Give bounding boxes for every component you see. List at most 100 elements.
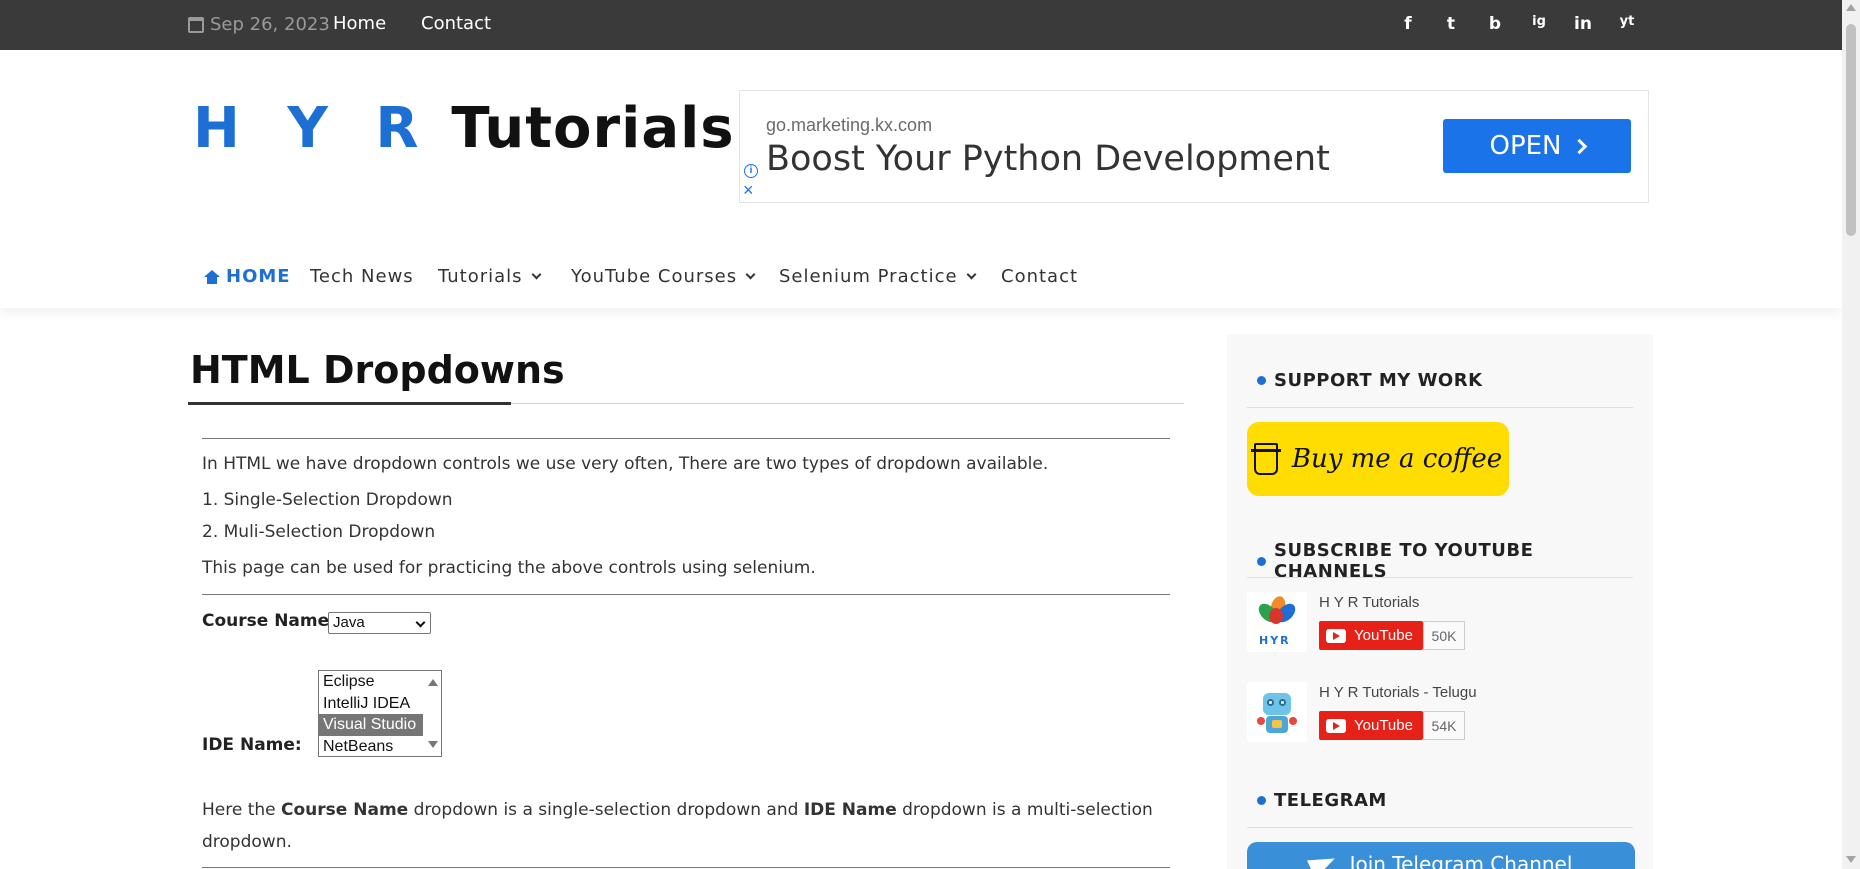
nav-home-label: HOME xyxy=(226,266,291,287)
nav-item-youtube-courses[interactable]: YouTube Courses xyxy=(571,266,756,287)
channel-avatar[interactable]: HYR xyxy=(1247,592,1307,652)
scroll-down-arrow-icon[interactable] xyxy=(428,741,438,748)
nav-selenium-practice-label: Selenium Practice xyxy=(779,266,958,287)
nav-tutorials-label: Tutorials xyxy=(438,266,523,287)
ide-option-netbeans[interactable]: NetBeans xyxy=(319,736,441,757)
ide-option-visual-studio[interactable]: Visual Studio xyxy=(319,714,423,736)
hyr-logo-icon: HYR xyxy=(1249,594,1305,650)
bullet-dot-icon xyxy=(1257,556,1266,566)
ad-close-icon[interactable]: × xyxy=(743,181,754,199)
divider xyxy=(202,438,1170,439)
explain-ide-name: IDE Name xyxy=(803,800,897,820)
twitter-icon[interactable]: t xyxy=(1439,14,1463,34)
subscriber-count: 50K xyxy=(1423,621,1465,650)
listbox-scrollbar[interactable] xyxy=(425,671,441,756)
bullet-dot-icon xyxy=(1257,376,1266,385)
instagram-icon[interactable]: ig xyxy=(1527,14,1551,29)
scroll-down-arrow-icon[interactable] xyxy=(1846,856,1856,863)
youtube-subscribe-button[interactable]: YouTube xyxy=(1319,711,1423,740)
page-scrollbar[interactable] xyxy=(1842,0,1860,869)
nav-item-tech-news[interactable]: Tech News xyxy=(310,266,414,287)
scroll-up-arrow-icon[interactable] xyxy=(428,679,438,686)
nav-item-selenium-practice[interactable]: Selenium Practice xyxy=(779,266,976,287)
facebook-icon[interactable]: f xyxy=(1396,14,1420,34)
scroll-up-arrow-icon[interactable] xyxy=(1846,4,1856,11)
chevron-down-icon xyxy=(415,617,426,628)
nav-item-contact[interactable]: Contact xyxy=(1001,266,1078,287)
nav-item-tutorials[interactable]: Tutorials xyxy=(438,266,542,287)
explain-part: dropdown is a single-selection dropdown … xyxy=(408,800,804,820)
blogger-icon[interactable]: b xyxy=(1483,14,1507,34)
channel-name[interactable]: H Y R Tutorials xyxy=(1319,594,1419,611)
subscribe-title-text: SUBSCRIBE TO YOUTUBE CHANNELS xyxy=(1274,540,1534,582)
ad-headline[interactable]: Boost Your Python Development xyxy=(766,139,1330,179)
title-underline xyxy=(188,402,511,405)
date-text: Sep 26, 2023 xyxy=(210,14,330,35)
subscribe-widget-title: SUBSCRIBE TO YOUTUBE CHANNELS xyxy=(1257,540,1653,582)
bmc-label: Buy me a coffee xyxy=(1291,444,1503,474)
buy-me-a-coffee-button[interactable]: Buy me a coffee xyxy=(1247,422,1509,496)
top-link-home[interactable]: Home xyxy=(333,13,386,34)
youtube-icon[interactable]: yt xyxy=(1615,14,1639,29)
youtube-button-label: YouTube xyxy=(1354,717,1413,734)
robot-mascot-icon xyxy=(1257,689,1297,735)
chevron-down-icon xyxy=(745,269,756,280)
youtube-subscribe-button[interactable]: YouTube xyxy=(1319,621,1423,650)
scrollbar-thumb[interactable] xyxy=(1846,24,1856,236)
course-name-label: Course Name: xyxy=(202,611,336,631)
practice-text: This page can be used for practicing the… xyxy=(202,558,816,578)
calendar-icon xyxy=(188,16,204,33)
ide-name-multiselect[interactable]: Eclipse IntelliJ IDEA Visual Studio NetB… xyxy=(318,670,442,757)
nav-tech-news-label: Tech News xyxy=(310,266,414,287)
nav-contact-label: Contact xyxy=(1001,266,1079,287)
channel-name[interactable]: H Y R Tutorials - Telugu xyxy=(1319,684,1477,701)
telegram-title-text: TELEGRAM xyxy=(1274,790,1387,811)
ide-option-eclipse[interactable]: Eclipse xyxy=(319,671,441,693)
ad-open-button[interactable]: OPEN xyxy=(1443,119,1631,173)
support-title-text: SUPPORT MY WORK xyxy=(1274,370,1483,391)
top-link-contact[interactable]: Contact xyxy=(421,13,491,34)
widget-divider xyxy=(1247,577,1633,578)
channel-avatar[interactable] xyxy=(1247,682,1307,742)
sidebar: SUPPORT MY WORK Buy me a coffee SUBSCRIB… xyxy=(1227,334,1653,869)
youtube-channel-item: H Y R Tutorials - Telugu YouTube 54K xyxy=(1247,682,1627,744)
explain-part: dropdown is a multi-selection xyxy=(896,800,1153,820)
ide-option-intellij[interactable]: IntelliJ IDEA xyxy=(319,693,441,715)
explain-part: Here the xyxy=(202,800,282,820)
date-display: Sep 26, 2023 xyxy=(188,14,330,35)
top-bar: Sep 26, 2023 Home Contact f t b ig in yt xyxy=(0,0,1842,50)
support-widget-title: SUPPORT MY WORK xyxy=(1257,370,1483,391)
chevron-down-icon xyxy=(531,269,542,280)
main-nav: HOME Tech News Tutorials YouTube Courses… xyxy=(0,244,1842,308)
explanation-text: Here the Course Name dropdown is a singl… xyxy=(202,800,1153,820)
bullet-dot-icon xyxy=(1257,796,1266,805)
advertisement-banner[interactable]: go.marketing.kx.com Boost Your Python De… xyxy=(739,90,1649,203)
logo-tutorials: Tutorials xyxy=(451,96,735,161)
divider xyxy=(202,594,1170,595)
chevron-down-icon xyxy=(966,269,976,280)
intro-text: In HTML we have dropdown controls we use… xyxy=(202,454,1049,474)
site-logo[interactable]: H Y R Tutorials xyxy=(193,94,735,164)
youtube-play-icon xyxy=(1326,628,1346,643)
join-telegram-button[interactable]: Join Telegram Channel xyxy=(1247,842,1635,869)
list-item: 1. Single-Selection Dropdown xyxy=(202,490,453,510)
chevron-right-icon xyxy=(1571,138,1587,154)
coffee-cup-icon xyxy=(1250,443,1281,475)
course-selected-value: Java xyxy=(333,614,365,631)
course-name-select[interactable]: Java xyxy=(328,612,431,634)
youtube-play-icon xyxy=(1326,718,1346,733)
nav-item-home[interactable]: HOME xyxy=(204,266,291,287)
ad-info-icon[interactable]: i xyxy=(744,164,758,178)
hyr-logo-text: HYR xyxy=(1259,634,1291,647)
linkedin-icon[interactable]: in xyxy=(1571,14,1595,34)
logo-hyr: H Y R xyxy=(193,96,433,161)
ide-name-label: IDE Name: xyxy=(202,735,302,755)
nav-youtube-courses-label: YouTube Courses xyxy=(571,266,738,287)
telegram-button-label: Join Telegram Channel xyxy=(1349,852,1573,869)
home-icon xyxy=(204,269,220,284)
telegram-plane-icon xyxy=(1306,849,1339,869)
subscriber-count: 54K xyxy=(1423,711,1465,740)
youtube-button-label: YouTube xyxy=(1354,627,1413,644)
youtube-channel-item: HYR H Y R Tutorials YouTube 50K xyxy=(1247,592,1627,654)
page-title: HTML Dropdowns xyxy=(190,348,565,392)
